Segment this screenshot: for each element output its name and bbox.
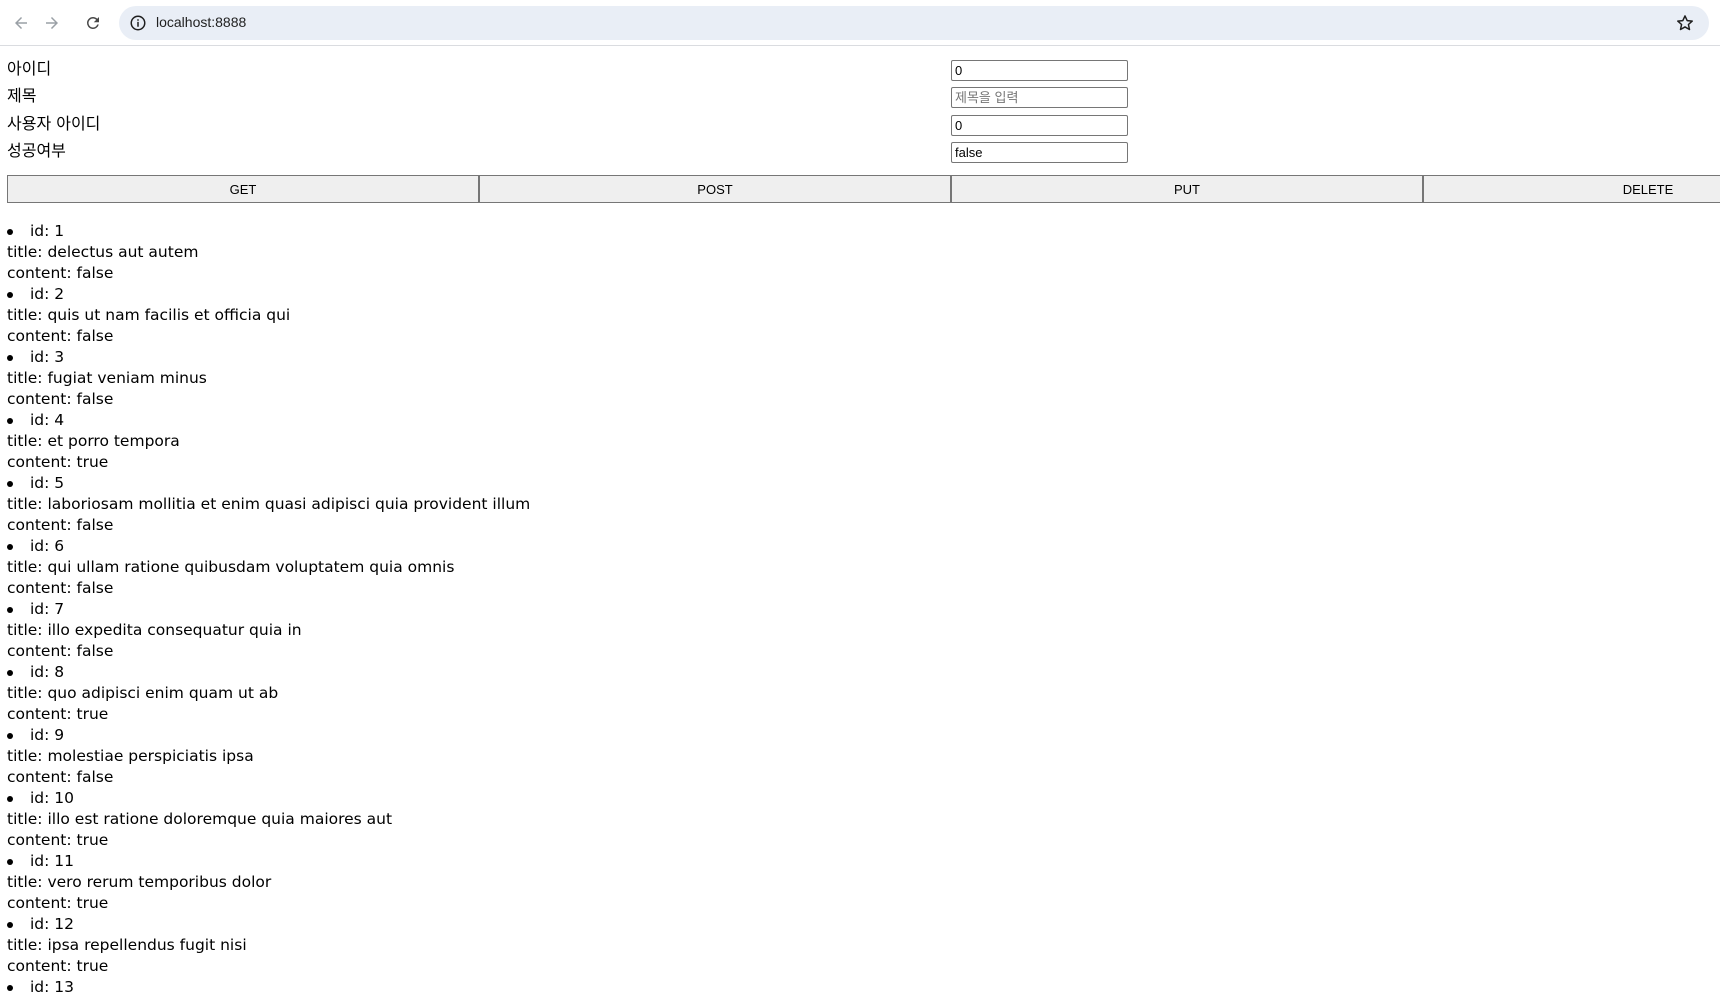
bullet-icon bbox=[7, 922, 13, 928]
item-title: title: laboriosam mollitia et enim quasi… bbox=[7, 495, 531, 513]
todo-list: id: 1 title: delectus aut autem content:… bbox=[7, 221, 1607, 998]
bullet-icon bbox=[7, 733, 13, 739]
list-item: id: 11 title: vero rerum temporibus dolo… bbox=[7, 851, 1607, 914]
item-content: content: false bbox=[7, 579, 114, 597]
item-id: id: 8 bbox=[30, 663, 65, 681]
arrow-left-icon bbox=[15, 17, 27, 29]
bullet-icon bbox=[7, 481, 13, 487]
bullet-icon bbox=[7, 292, 13, 298]
item-title: title: qui ullam ratione quibusdam volup… bbox=[7, 558, 455, 576]
title-input[interactable] bbox=[951, 87, 1128, 108]
bullet-icon bbox=[7, 418, 13, 424]
item-content: content: true bbox=[7, 453, 109, 471]
info-icon[interactable] bbox=[129, 14, 147, 32]
item-id: id: 6 bbox=[30, 537, 65, 555]
item-title: title: ipsa repellendus fugit nisi bbox=[7, 936, 247, 954]
item-content: content: false bbox=[7, 768, 114, 786]
item-title: title: illo est ratione doloremque quia … bbox=[7, 810, 393, 828]
item-content: content: false bbox=[7, 642, 114, 660]
list-item: id: 4 title: et porro tempora content: t… bbox=[7, 410, 1607, 473]
item-content: content: true bbox=[7, 831, 109, 849]
bookmark-star-icon[interactable] bbox=[1675, 13, 1695, 33]
item-id: id: 12 bbox=[30, 915, 75, 933]
list-item: id: 2 title: quis ut nam facilis et offi… bbox=[7, 284, 1607, 347]
bullet-icon bbox=[7, 607, 13, 613]
list-item: id: 8 title: quo adipisci enim quam ut a… bbox=[7, 662, 1607, 725]
form-row-title: 제목 bbox=[0, 79, 1720, 109]
item-id: id: 7 bbox=[30, 600, 65, 618]
user-id-input[interactable] bbox=[951, 115, 1128, 136]
item-title: title: quis ut nam facilis et officia qu… bbox=[7, 306, 291, 324]
id-label: 아이디 bbox=[7, 59, 52, 78]
action-buttons: GET POST PUT DELETE bbox=[7, 175, 1720, 203]
get-button[interactable]: GET bbox=[7, 175, 479, 203]
user-id-label: 사용자 아이디 bbox=[7, 114, 101, 133]
success-label: 성공여부 bbox=[7, 141, 66, 160]
bullet-icon bbox=[7, 544, 13, 550]
bullet-icon bbox=[7, 229, 13, 235]
forward-button[interactable] bbox=[37, 8, 67, 38]
item-id: id: 3 bbox=[30, 348, 65, 366]
item-content: content: true bbox=[7, 894, 109, 912]
form-row-success: 성공여부 bbox=[0, 134, 1720, 164]
browser-toolbar: localhost:8888 bbox=[0, 0, 1720, 46]
list-item: id: 12 title: ipsa repellendus fugit nis… bbox=[7, 914, 1607, 977]
bullet-icon bbox=[7, 796, 13, 802]
form-row-id: 아이디 bbox=[0, 52, 1720, 82]
success-input[interactable] bbox=[951, 142, 1128, 163]
title-label: 제목 bbox=[7, 86, 37, 105]
item-title: title: illo expedita consequatur quia in bbox=[7, 621, 302, 639]
list-item: id: 13 bbox=[7, 977, 1607, 998]
item-title: title: vero rerum temporibus dolor bbox=[7, 873, 272, 891]
item-id: id: 9 bbox=[30, 726, 65, 744]
bullet-icon bbox=[7, 985, 13, 991]
item-id: id: 13 bbox=[30, 978, 75, 996]
put-button[interactable]: PUT bbox=[951, 175, 1423, 203]
item-id: id: 5 bbox=[30, 474, 65, 492]
delete-button[interactable]: DELETE bbox=[1423, 175, 1720, 203]
item-content: content: false bbox=[7, 327, 114, 345]
item-title: title: molestiae perspiciatis ipsa bbox=[7, 747, 254, 765]
list-item: id: 9 title: molestiae perspiciatis ipsa… bbox=[7, 725, 1607, 788]
bullet-icon bbox=[7, 355, 13, 361]
item-id: id: 10 bbox=[30, 789, 75, 807]
back-button[interactable] bbox=[6, 8, 36, 38]
reload-button[interactable] bbox=[78, 8, 108, 38]
reload-icon bbox=[86, 16, 99, 29]
list-item: id: 6 title: qui ullam ratione quibusdam… bbox=[7, 536, 1607, 599]
item-title: title: et porro tempora bbox=[7, 432, 180, 450]
item-title: title: fugiat veniam minus bbox=[7, 369, 207, 387]
list-item: id: 3 title: fugiat veniam minus content… bbox=[7, 347, 1607, 410]
item-content: content: true bbox=[7, 705, 109, 723]
item-title: title: delectus aut autem bbox=[7, 243, 199, 261]
bullet-icon bbox=[7, 859, 13, 865]
form-row-user-id: 사용자 아이디 bbox=[0, 107, 1720, 137]
address-bar[interactable]: localhost:8888 bbox=[119, 6, 1709, 40]
arrow-right-icon bbox=[46, 17, 58, 29]
post-button[interactable]: POST bbox=[479, 175, 951, 203]
url-text: localhost:8888 bbox=[156, 14, 247, 30]
item-id: id: 11 bbox=[30, 852, 75, 870]
list-item: id: 1 title: delectus aut autem content:… bbox=[7, 221, 1607, 284]
item-content: content: false bbox=[7, 516, 114, 534]
item-title: title: quo adipisci enim quam ut ab bbox=[7, 684, 279, 702]
bullet-icon bbox=[7, 670, 13, 676]
item-content: content: false bbox=[7, 390, 114, 408]
item-id: id: 2 bbox=[30, 285, 65, 303]
item-content: content: false bbox=[7, 264, 114, 282]
item-content: content: true bbox=[7, 957, 109, 975]
list-item: id: 5 title: laboriosam mollitia et enim… bbox=[7, 473, 1607, 536]
list-item: id: 10 title: illo est ratione doloremqu… bbox=[7, 788, 1607, 851]
id-input[interactable] bbox=[951, 60, 1128, 81]
list-item: id: 7 title: illo expedita consequatur q… bbox=[7, 599, 1607, 662]
item-id: id: 1 bbox=[30, 222, 65, 240]
item-id: id: 4 bbox=[30, 411, 65, 429]
